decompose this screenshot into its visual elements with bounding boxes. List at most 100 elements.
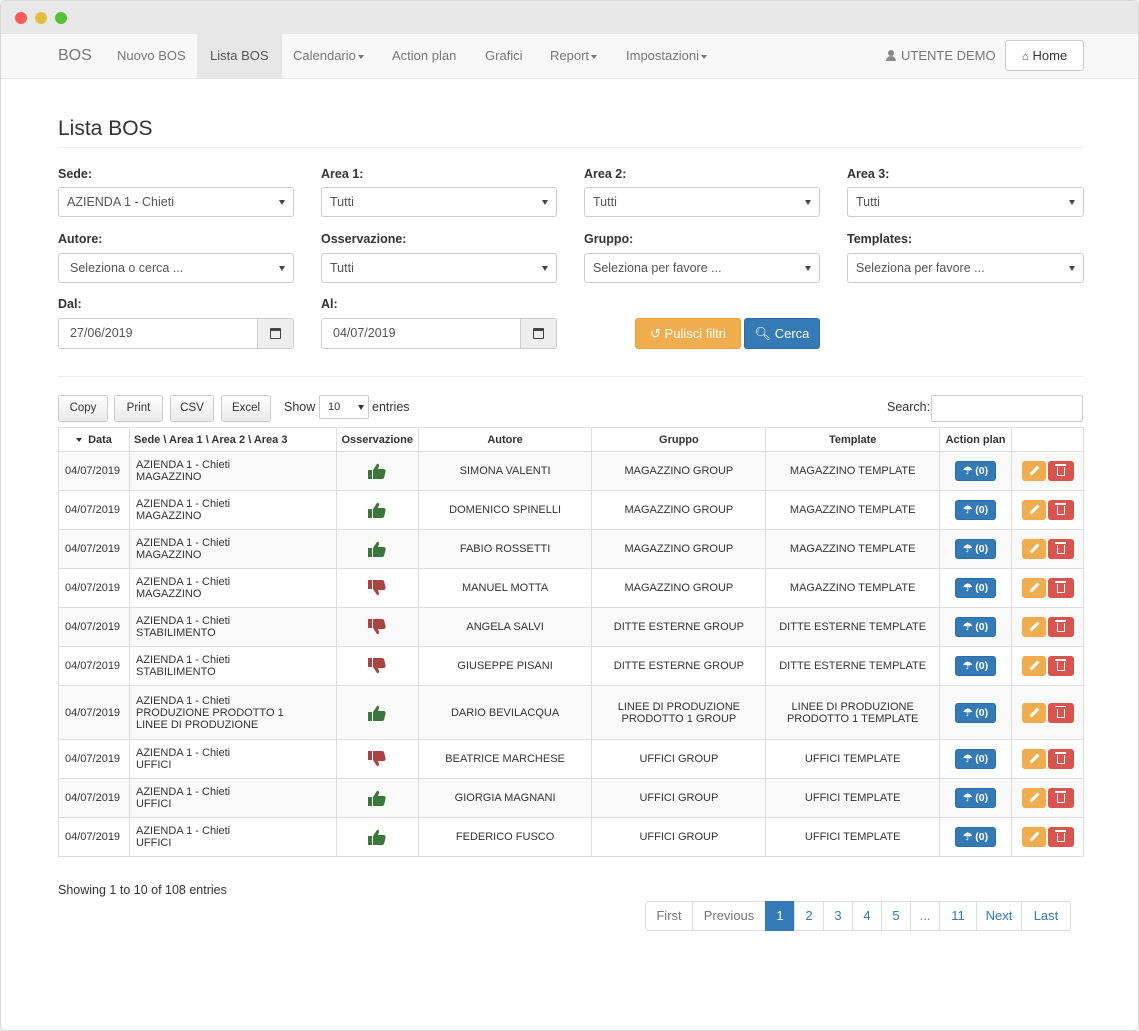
delete-button[interactable] <box>1047 617 1074 637</box>
edit-button[interactable] <box>1021 702 1046 723</box>
excel-button[interactable]: Excel <box>221 395 271 422</box>
thumbs-down-icon <box>367 580 387 596</box>
action-plan-button[interactable]: ☂ (0) <box>955 578 997 598</box>
action-plan-button[interactable]: ☂ (0) <box>955 500 997 520</box>
col-header-sede[interactable]: Sede \ Area 1 \ Area 2 \ Area 3 <box>128 427 337 452</box>
gruppo-line: MAGAZZINO GROUP <box>624 465 734 477</box>
page-previous-button[interactable]: Previous <box>692 901 766 931</box>
minimize-window-dot[interactable] <box>35 12 47 24</box>
edit-button[interactable] <box>1021 788 1046 808</box>
col-header-osservazione[interactable]: Osservazione <box>335 427 419 452</box>
osservazione-select[interactable]: Tutti <box>321 253 557 283</box>
delete-button[interactable] <box>1047 656 1074 676</box>
edit-button[interactable] <box>1021 617 1046 637</box>
col-header-action-plan[interactable]: Action plan <box>939 427 1013 452</box>
edit-button[interactable] <box>1021 749 1046 769</box>
home-icon: ⌂ <box>1021 51 1029 63</box>
maximize-window-dot[interactable] <box>55 12 67 24</box>
copy-button[interactable]: Copy <box>58 395 108 422</box>
table-search-input[interactable] <box>931 395 1083 422</box>
action-plan-button[interactable]: ☂ (0) <box>955 749 997 769</box>
gruppo-label: Gruppo: <box>584 232 634 246</box>
cell-date: 04/07/2019 <box>58 490 130 530</box>
action-plan-count: (0) <box>975 792 989 804</box>
delete-button[interactable] <box>1047 461 1074 481</box>
cell-osservazione <box>335 778 419 818</box>
home-button[interactable]: ⌂ Home <box>1005 40 1084 71</box>
table-info: Showing 1 to 10 of 108 entries <box>58 883 227 897</box>
action-plan-button[interactable]: ☂ (0) <box>955 788 997 808</box>
clear-filters-button[interactable]: ↺ Pulisci filtri <box>635 318 741 349</box>
nav-impostazioni-label: Impostazioni <box>626 48 699 63</box>
autore-select[interactable]: Seleziona o cerca ... <box>58 253 294 283</box>
csv-button[interactable]: CSV <box>170 395 214 422</box>
action-plan-button[interactable]: ☂ (0) <box>955 702 997 723</box>
thumbs-up-icon <box>367 541 387 557</box>
table-row: 04/07/2019 AZIENDA 1 - Chieti PRODUZIONE P… <box>58 685 1084 740</box>
delete-button[interactable] <box>1047 539 1074 559</box>
edit-button[interactable] <box>1021 827 1046 847</box>
thumbs-up-icon <box>367 829 387 845</box>
delete-button[interactable] <box>1047 500 1074 520</box>
al-calendar-button[interactable] <box>521 318 557 349</box>
nav-nuovo-bos[interactable]: Nuovo BOS <box>104 34 199 78</box>
delete-button[interactable] <box>1047 578 1074 598</box>
action-plan-button[interactable]: ☂ (0) <box>955 539 997 559</box>
al-date-input[interactable]: 04/07/2019 <box>321 318 521 349</box>
page-11-button[interactable]: 11 <box>939 901 977 931</box>
search-button[interactable]: 🔍︎ Cerca <box>744 318 820 349</box>
col-header-template[interactable]: Template <box>765 427 941 452</box>
table-row: 04/07/2019 AZIENDA 1 - Chieti MAGAZZINO FAB… <box>58 529 1084 569</box>
nav-impostazioni[interactable]: Impostazioni <box>613 34 720 78</box>
col-header-gruppo[interactable]: Gruppo <box>591 427 767 452</box>
area2-select[interactable]: Tutti <box>584 187 820 217</box>
col-header-autore[interactable]: Autore <box>417 427 593 452</box>
action-plan-count: (0) <box>975 706 989 719</box>
edit-button[interactable] <box>1021 539 1046 559</box>
close-window-dot[interactable] <box>15 12 27 24</box>
page-next-button[interactable]: Next <box>976 901 1022 931</box>
action-plan-button[interactable]: ☂ (0) <box>955 827 997 847</box>
page-1-button[interactable]: 1 <box>765 901 795 931</box>
edit-button[interactable] <box>1021 656 1046 676</box>
dal-calendar-button[interactable] <box>258 318 294 349</box>
thumbs-up-icon <box>367 705 387 721</box>
entries-select[interactable]: 10 <box>319 395 369 419</box>
nav-action-plan[interactable]: Action plan <box>379 34 469 78</box>
delete-button[interactable] <box>1047 788 1074 808</box>
action-plan-button[interactable]: ☂ (0) <box>955 617 997 637</box>
delete-button[interactable] <box>1047 702 1074 723</box>
sede-line: UFFICI <box>135 798 172 810</box>
brand-logo[interactable]: BOS <box>58 47 92 65</box>
page-3-button[interactable]: 3 <box>823 901 853 931</box>
nav-report[interactable]: Report <box>537 34 610 78</box>
nav-lista-bos[interactable]: Lista BOS <box>197 34 282 78</box>
nav-calendario[interactable]: Calendario <box>280 34 377 78</box>
action-plan-button[interactable]: ☂ (0) <box>955 656 997 676</box>
col-header-data[interactable]: Data <box>58 427 130 452</box>
page-4-button[interactable]: 4 <box>852 901 882 931</box>
print-button[interactable]: Print <box>114 395 163 422</box>
dal-date-input[interactable]: 27/06/2019 <box>58 318 258 349</box>
sede-select[interactable]: AZIENDA 1 - Chieti <box>58 187 294 217</box>
page-first-button[interactable]: First <box>645 901 693 931</box>
action-plan-button[interactable]: ☂ (0) <box>955 461 997 481</box>
delete-button[interactable] <box>1047 749 1074 769</box>
cell-template: MAGAZZINO TEMPLATE <box>765 568 941 608</box>
edit-button[interactable] <box>1021 461 1046 481</box>
user-menu[interactable]: UTENTE DEMO <box>886 48 996 63</box>
area3-select[interactable]: Tutti <box>847 187 1084 217</box>
edit-button[interactable] <box>1021 500 1046 520</box>
page-2-button[interactable]: 2 <box>794 901 824 931</box>
cell-actions <box>1011 607 1084 647</box>
edit-button[interactable] <box>1021 578 1046 598</box>
area1-select[interactable]: Tutti <box>321 187 557 217</box>
templates-select[interactable]: Seleziona per favore ... <box>847 253 1084 283</box>
page-last-button[interactable]: Last <box>1021 901 1071 931</box>
nav-grafici[interactable]: Grafici <box>472 34 536 78</box>
delete-button[interactable] <box>1047 827 1074 847</box>
gruppo-line: MAGAZZINO GROUP <box>624 504 734 516</box>
templates-label: Templates: <box>847 232 913 246</box>
page-5-button[interactable]: 5 <box>881 901 911 931</box>
gruppo-select[interactable]: Seleziona per favore ... <box>584 253 820 283</box>
